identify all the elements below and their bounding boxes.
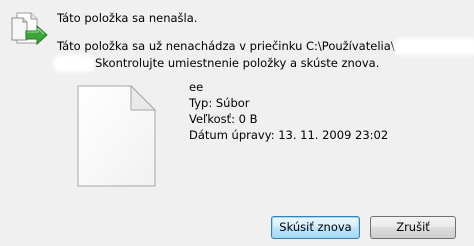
retry-button[interactable]: Skúsiť znova — [271, 216, 360, 239]
file-details: ee Typ: Súbor Veľkosť: 0 B Dátum úpravy:… — [189, 79, 388, 143]
file-move-arrow-icon — [10, 10, 50, 50]
message-line-1: Táto položka sa už nenachádza v priečink… — [57, 38, 474, 55]
blank-document-icon — [75, 84, 159, 188]
file-modified-date: Dátum úpravy: 13. 11. 2009 23:02 — [189, 128, 389, 142]
cancel-button[interactable]: Zrušiť — [370, 216, 456, 239]
redacted-path-segment — [57, 58, 91, 69]
error-title: Táto položka sa nenašla. — [57, 11, 198, 25]
file-size: Veľkosť: 0 B — [189, 112, 258, 126]
error-message: Táto položka sa už nenachádza v priečink… — [57, 38, 474, 72]
redacted-path-segment — [396, 41, 474, 52]
message-path-text: Táto položka sa už nenachádza v priečink… — [57, 39, 395, 53]
file-name: ee — [189, 80, 204, 94]
message-line-2: Skontrolujte umiestnenie položky a skúst… — [57, 55, 467, 72]
message-instruction-text: Skontrolujte umiestnenie položky a skúst… — [95, 56, 380, 70]
file-type: Typ: Súbor — [189, 96, 250, 110]
